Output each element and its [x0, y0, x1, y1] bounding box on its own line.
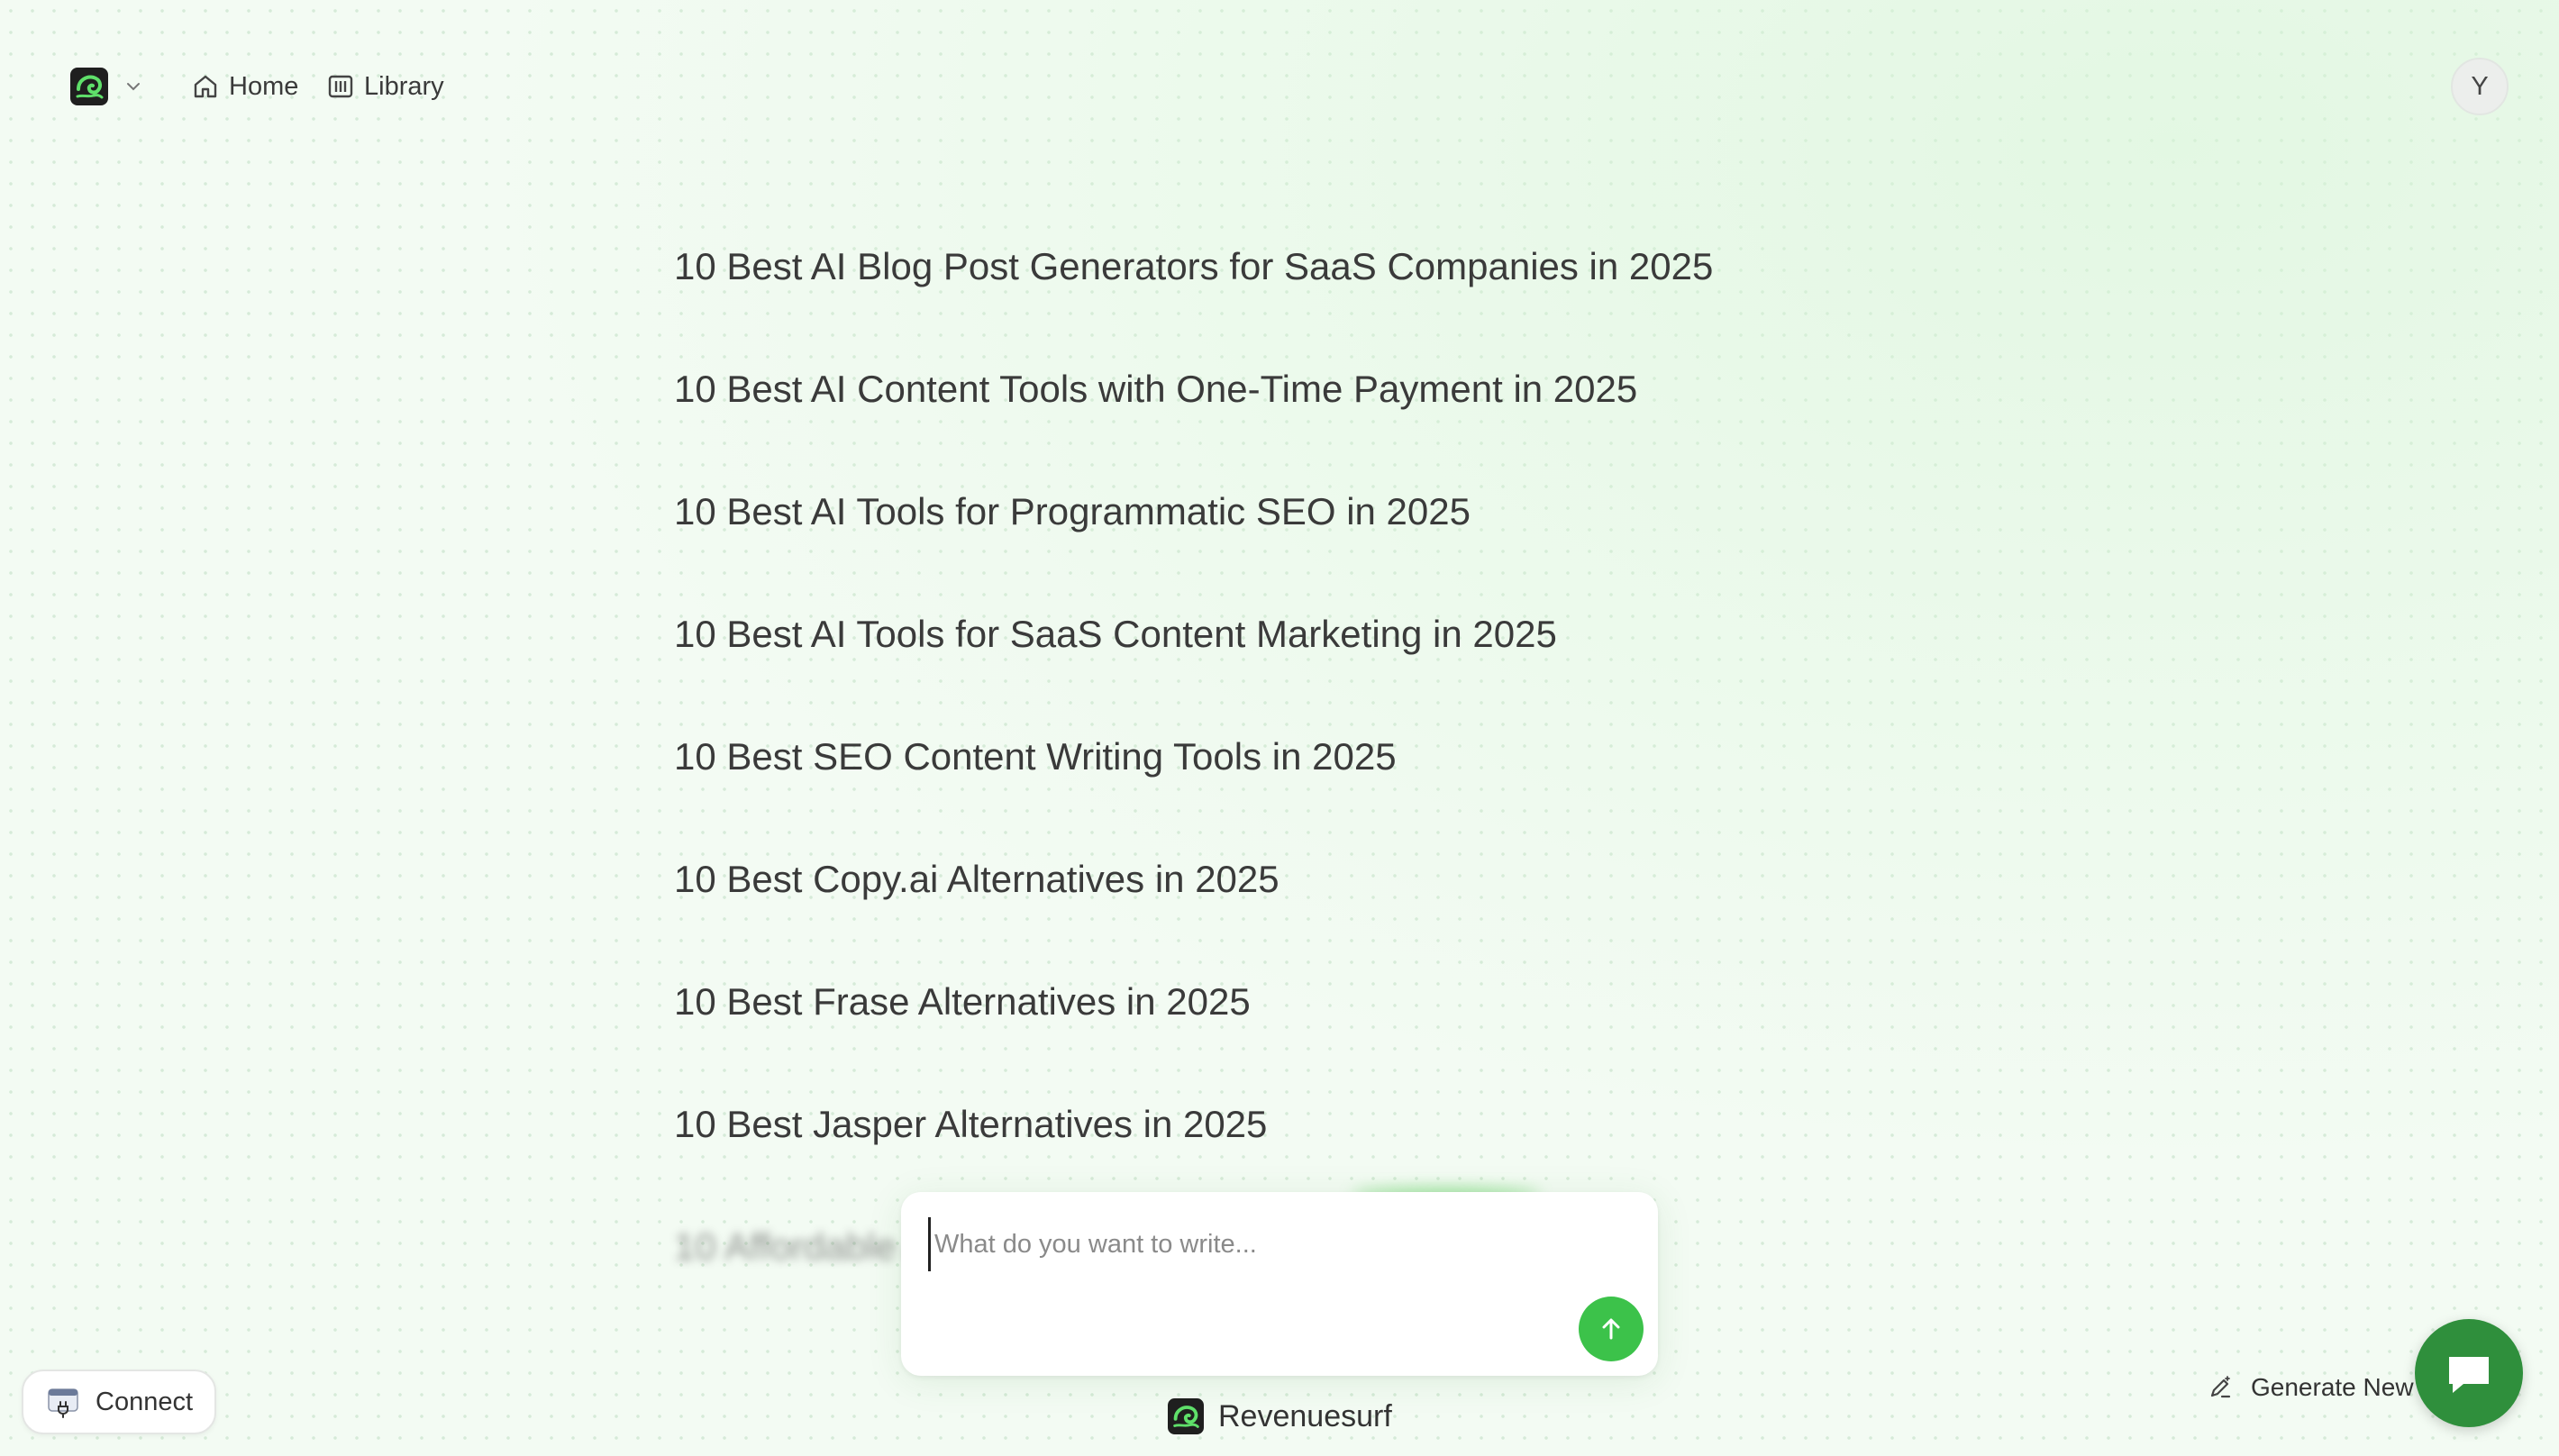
brand-name: Revenuesurf: [1218, 1398, 1392, 1433]
nav-home[interactable]: Home: [191, 67, 298, 106]
list-item[interactable]: 10 Best AI Content Tools with One-Time P…: [674, 359, 1935, 481]
revenuesurf-logo-icon: [70, 68, 108, 105]
workspace-switcher[interactable]: [70, 65, 142, 108]
brand-footer: Revenuesurf: [1168, 1398, 1392, 1434]
prompt-input[interactable]: [928, 1217, 1613, 1271]
nav-library[interactable]: Library: [326, 67, 444, 106]
prompt-composer: [901, 1192, 1658, 1376]
list-item[interactable]: 10 Best SEO Content Writing Tools in 202…: [674, 726, 1935, 849]
list-item[interactable]: 10 Best AI Tools for Programmatic SEO in…: [674, 481, 1935, 604]
generate-new-label: Generate New: [2251, 1373, 2414, 1401]
avatar-initial: Y: [2471, 71, 2489, 101]
home-icon: [194, 75, 217, 98]
send-button[interactable]: [1579, 1297, 1644, 1361]
user-avatar[interactable]: Y: [2451, 58, 2509, 115]
nav-home-label: Home: [229, 71, 299, 101]
nav-library-label: Library: [364, 71, 444, 101]
pencil-sparkle-icon: [2210, 1376, 2231, 1398]
list-item[interactable]: 10 Best Frase Alternatives in 2025: [674, 971, 1935, 1094]
arrow-up-icon: [1602, 1318, 1620, 1340]
connect-button[interactable]: Connect: [22, 1370, 217, 1434]
chevron-down-icon: [127, 83, 140, 91]
connect-label: Connect: [96, 1387, 194, 1416]
list-item[interactable]: 10 Best AI Tools for SaaS Content Market…: [674, 604, 1935, 726]
list-item[interactable]: 10 Best AI Blog Post Generators for SaaS…: [674, 236, 1935, 359]
list-item[interactable]: 10 Best Copy.ai Alternatives in 2025: [674, 849, 1935, 971]
library-icon: [328, 75, 353, 98]
article-list: 10 Best AI Blog Post Generators for SaaS…: [674, 236, 1935, 1339]
chat-widget-button[interactable]: [2415, 1319, 2523, 1427]
top-bar: Home Library Y: [0, 0, 2559, 171]
chat-bubble-icon: [2449, 1357, 2489, 1393]
connect-plug-icon: [48, 1388, 78, 1418]
generate-new-button[interactable]: Generate New: [2206, 1368, 2414, 1407]
revenuesurf-logo-icon: [1168, 1398, 1204, 1434]
